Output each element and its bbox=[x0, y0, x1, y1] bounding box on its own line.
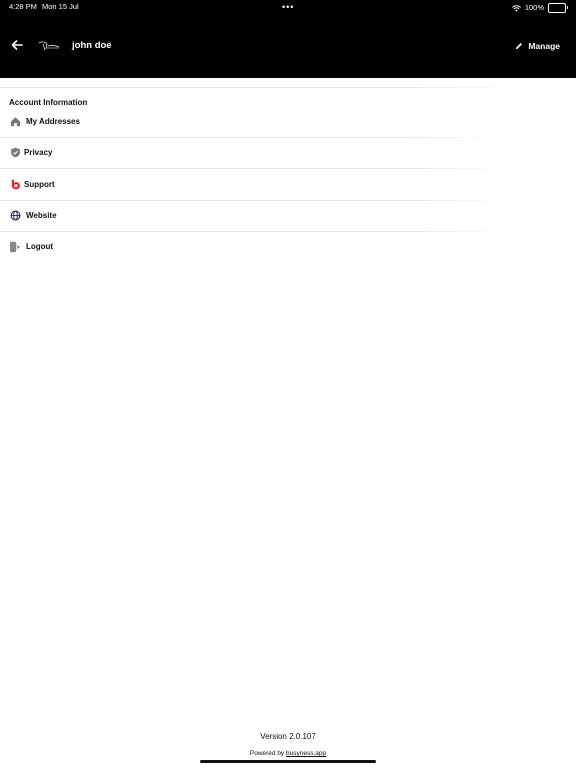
manage-button[interactable]: Manage bbox=[515, 39, 560, 53]
menu-item-label: Logout bbox=[26, 242, 54, 251]
manage-label: Manage bbox=[528, 41, 560, 51]
powered-by-prefix: Powered by bbox=[249, 750, 285, 757]
logout-icon bbox=[9, 241, 21, 253]
menu-item-label: Privacy bbox=[24, 148, 53, 157]
battery-percent: 100% bbox=[524, 3, 544, 12]
menu-item-label: Support bbox=[24, 180, 55, 189]
menu-item-logout[interactable]: Logout bbox=[0, 231, 576, 262]
status-date: Mon 15 Jul bbox=[42, 2, 79, 11]
app-header: 4:28 PM Mon 15 Jul ••• 100% john doe Man… bbox=[0, 0, 576, 78]
status-right: 100% bbox=[511, 1, 568, 15]
support-b-icon bbox=[9, 179, 21, 191]
menu-item-website[interactable]: Website bbox=[0, 200, 576, 231]
shield-check-icon bbox=[9, 147, 21, 159]
back-arrow-icon[interactable] bbox=[10, 38, 24, 52]
status-time: 4:28 PM bbox=[9, 2, 37, 11]
menu-item-my-addresses[interactable]: My Addresses bbox=[0, 106, 576, 137]
powered-by: Powered by busyness.app bbox=[0, 750, 576, 757]
multitasking-dots[interactable]: ••• bbox=[282, 0, 294, 14]
profile-name: john doe bbox=[72, 40, 112, 51]
powered-by-link[interactable]: busyness.app bbox=[286, 750, 326, 757]
top-divider bbox=[0, 87, 576, 88]
home-indicator[interactable] bbox=[200, 760, 376, 763]
globe-icon bbox=[9, 210, 21, 222]
battery-icon bbox=[548, 3, 568, 13]
menu-item-support[interactable]: Support bbox=[0, 169, 576, 200]
app-version: Version 2.0.107 bbox=[260, 732, 316, 741]
home-icon bbox=[9, 116, 21, 128]
brand-logo bbox=[38, 41, 60, 51]
menu-item-privacy[interactable]: Privacy bbox=[0, 137, 576, 168]
wifi-icon bbox=[511, 4, 521, 12]
menu-item-label: Website bbox=[26, 211, 57, 220]
pencil-icon bbox=[516, 43, 523, 50]
status-bar: 4:28 PM Mon 15 Jul ••• 100% bbox=[0, 0, 576, 16]
menu-item-label: My Addresses bbox=[26, 117, 80, 126]
